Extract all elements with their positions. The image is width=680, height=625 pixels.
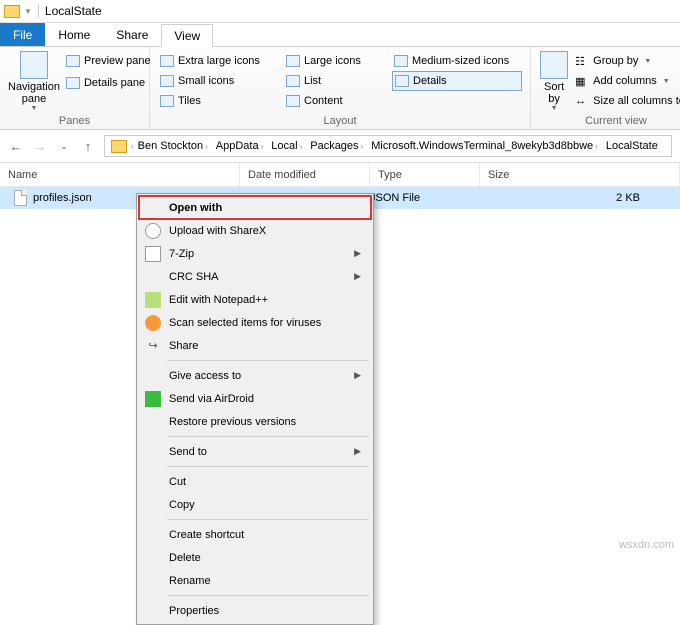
cm-send-to[interactable]: Send to▶	[139, 440, 371, 463]
extra-large-icons[interactable]: Extra large icons	[158, 51, 276, 71]
navigation-bar: ← → ⌄ ↑ › Ben Stockton› AppData› Local› …	[0, 130, 680, 163]
list-view[interactable]: List	[284, 71, 384, 91]
details-pane-button[interactable]: Details pane	[64, 73, 153, 93]
separator	[167, 466, 369, 467]
chevron-down-icon: ▼	[31, 105, 38, 113]
file-type: JSON File	[370, 192, 480, 204]
separator	[167, 360, 369, 361]
sort-by-label: Sort by	[544, 81, 564, 105]
preview-pane-button[interactable]: Preview pane	[64, 51, 153, 71]
sort-by-button[interactable]: Sort by ▼	[539, 51, 569, 113]
7zip-icon	[145, 246, 161, 262]
folder-icon	[4, 5, 20, 18]
crumb-0[interactable]: Ben Stockton›	[134, 140, 212, 152]
ribbon: Navigation pane ▼ Preview pane Details p…	[0, 47, 680, 130]
column-headers: Name Date modified Type Size	[0, 163, 680, 187]
cm-sharex[interactable]: Upload with ShareX	[139, 219, 371, 242]
submenu-arrow-icon: ▶	[354, 370, 361, 381]
column-date[interactable]: Date modified	[240, 163, 370, 186]
cm-notepad[interactable]: Edit with Notepad++	[139, 288, 371, 311]
nav-pane-label: Navigation pane	[8, 81, 60, 105]
qat-dropdown-icon[interactable]: ▼	[24, 7, 32, 16]
file-name: profiles.json	[33, 192, 92, 204]
recent-dropdown[interactable]: ⌄	[56, 138, 72, 154]
chevron-down-icon: ▼	[551, 105, 558, 113]
notepad-icon	[145, 292, 161, 308]
tab-file[interactable]: File	[0, 23, 45, 46]
submenu-arrow-icon: ▶	[354, 248, 361, 259]
folder-icon	[111, 140, 127, 153]
column-type[interactable]: Type	[370, 163, 480, 186]
separator	[167, 595, 369, 596]
file-size: 2 KB	[480, 192, 680, 204]
cm-restore[interactable]: Restore previous versions	[139, 410, 371, 433]
crumb-2[interactable]: Local›	[267, 140, 306, 152]
cm-airdroid[interactable]: Send via AirDroid	[139, 387, 371, 410]
panes-group-label: Panes	[8, 113, 141, 127]
cm-copy[interactable]: Copy	[139, 493, 371, 516]
add-columns-button[interactable]: ▦Add columns▼	[573, 71, 680, 91]
navigation-pane-button[interactable]: Navigation pane ▼	[8, 51, 60, 113]
crumb-5[interactable]: LocalState	[602, 140, 662, 152]
crumb-3[interactable]: Packages›	[306, 140, 367, 152]
titlebar: ▼ LocalState	[0, 0, 680, 23]
tiles-view[interactable]: Tiles	[158, 91, 276, 111]
size-columns-button[interactable]: ↔Size all columns to f	[573, 91, 680, 111]
medium-icons[interactable]: Medium-sized icons	[392, 51, 522, 71]
submenu-arrow-icon: ▶	[354, 446, 361, 457]
tab-home[interactable]: Home	[45, 23, 103, 46]
window-title: LocalState	[45, 4, 102, 18]
column-name[interactable]: Name	[0, 163, 240, 186]
watermark: wsxdn.com	[619, 539, 674, 551]
back-button[interactable]: ←	[8, 138, 24, 154]
ribbon-tabs: File Home Share View	[0, 23, 680, 47]
tab-view[interactable]: View	[161, 24, 213, 47]
cm-properties[interactable]: Properties	[139, 599, 371, 622]
details-view[interactable]: Details	[392, 71, 522, 91]
submenu-arrow-icon: ▶	[354, 271, 361, 282]
cm-cut[interactable]: Cut	[139, 470, 371, 493]
content-view[interactable]: Content	[284, 91, 384, 111]
file-icon	[14, 190, 27, 206]
up-button[interactable]: ↑	[80, 138, 96, 154]
group-by-button[interactable]: ☷Group by▼	[573, 51, 680, 71]
airdroid-icon	[145, 391, 161, 407]
large-icons[interactable]: Large icons	[284, 51, 384, 71]
cm-crc[interactable]: CRC SHA▶	[139, 265, 371, 288]
separator	[167, 436, 369, 437]
cm-delete[interactable]: Delete	[139, 546, 371, 569]
antivirus-icon	[145, 315, 161, 331]
share-icon: ↪	[145, 338, 161, 354]
cm-virus-scan[interactable]: Scan selected items for viruses	[139, 311, 371, 334]
layout-group-label: Layout	[158, 113, 522, 127]
crumb-4[interactable]: Microsoft.WindowsTerminal_8wekyb3d8bbwe›	[367, 140, 602, 152]
cm-open-with[interactable]: Open with	[139, 196, 371, 219]
cm-share[interactable]: ↪Share	[139, 334, 371, 357]
cm-create-shortcut[interactable]: Create shortcut	[139, 523, 371, 546]
column-size[interactable]: Size	[480, 163, 680, 186]
cm-rename[interactable]: Rename	[139, 569, 371, 592]
context-menu: Open with Upload with ShareX 7-Zip▶ CRC …	[136, 193, 374, 625]
separator	[167, 519, 369, 520]
current-view-group-label: Current view	[539, 113, 680, 127]
cm-7zip[interactable]: 7-Zip▶	[139, 242, 371, 265]
sharex-icon	[145, 223, 161, 239]
crumb-1[interactable]: AppData›	[212, 140, 267, 152]
forward-button[interactable]: →	[32, 138, 48, 154]
tab-share[interactable]: Share	[103, 23, 161, 46]
cm-give-access[interactable]: Give access to▶	[139, 364, 371, 387]
address-bar[interactable]: › Ben Stockton› AppData› Local› Packages…	[104, 135, 672, 157]
small-icons[interactable]: Small icons	[158, 71, 276, 91]
